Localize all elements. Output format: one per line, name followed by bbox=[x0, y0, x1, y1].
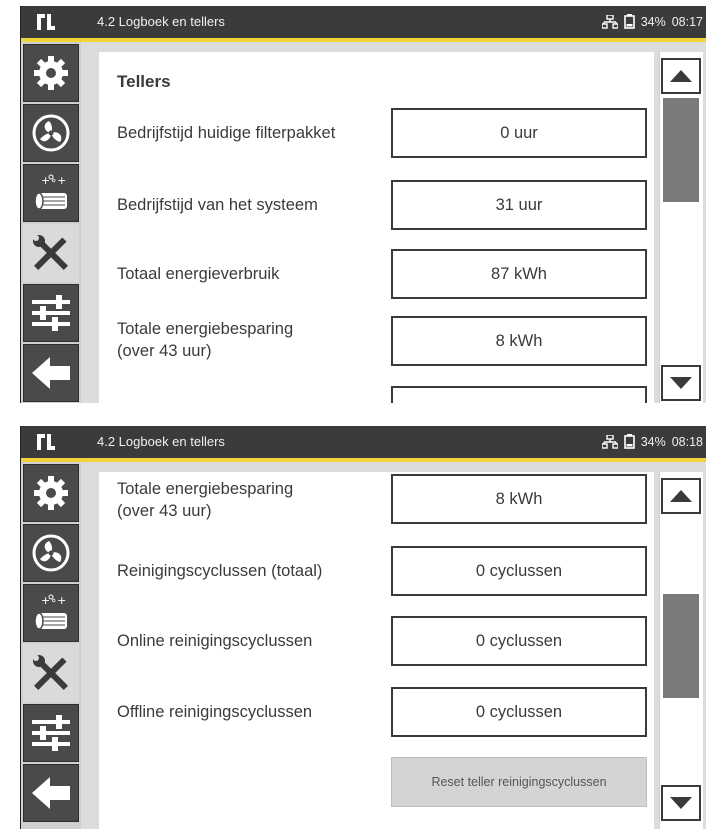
row-label-line: (over 43 uur) bbox=[117, 502, 212, 520]
nav-back-button[interactable] bbox=[23, 344, 79, 402]
row-label: Offline reinigingscyclussen bbox=[117, 703, 313, 721]
scroll-up-button[interactable] bbox=[661, 478, 701, 514]
value-field: 0 cyclussen bbox=[391, 616, 647, 666]
gear-icon bbox=[34, 476, 68, 510]
scrollbar[interactable] bbox=[659, 472, 703, 829]
fan-icon bbox=[32, 114, 70, 152]
scroll-up-button[interactable] bbox=[661, 58, 701, 94]
page-title: 4.2 Logboek en tellers bbox=[97, 434, 225, 449]
nav-back-button[interactable] bbox=[23, 764, 79, 822]
scroll-down-button[interactable] bbox=[661, 785, 701, 821]
filter-icon: +∘+ bbox=[34, 174, 67, 210]
value-field: 8 kWh bbox=[391, 316, 647, 366]
nav-fan-button[interactable] bbox=[23, 524, 79, 582]
page-title: 4.2 Logboek en tellers bbox=[97, 14, 225, 29]
scroll-down-button[interactable] bbox=[661, 365, 701, 401]
battery-level: 34% bbox=[640, 434, 666, 449]
screenshot-separator bbox=[0, 403, 706, 420]
triangle-down-icon bbox=[670, 377, 692, 389]
svg-text:+∘+: +∘+ bbox=[41, 594, 66, 607]
svg-text:+∘+: +∘+ bbox=[41, 174, 66, 187]
network-icon bbox=[601, 14, 618, 29]
accent-bar bbox=[21, 458, 706, 462]
battery-icon bbox=[623, 14, 635, 29]
row-label: Totaal energieverbruik bbox=[117, 265, 280, 283]
tools-icon bbox=[33, 235, 68, 270]
nav-sliders-button[interactable] bbox=[23, 284, 79, 342]
row-label: Bedrijfstijd huidige filterpakket bbox=[117, 124, 336, 142]
value-field: 0 cyclussen bbox=[391, 546, 647, 596]
battery-icon bbox=[623, 434, 635, 449]
status-area: 34% 08:18 bbox=[601, 434, 703, 449]
sliders-icon bbox=[32, 295, 70, 331]
fan-icon bbox=[32, 534, 70, 572]
screen-1: 4.2 Logboek en tellers 34% 08:17 +∘+ Tel… bbox=[20, 6, 706, 409]
sliders-icon bbox=[32, 715, 70, 751]
nav-fan-button[interactable] bbox=[23, 104, 79, 162]
back-arrow-icon bbox=[32, 357, 70, 389]
scroll-thumb[interactable] bbox=[663, 594, 699, 698]
scrollbar[interactable] bbox=[659, 52, 703, 409]
section-heading: Tellers bbox=[117, 72, 171, 91]
back-arrow-icon bbox=[32, 777, 70, 809]
value-field: 31 uur bbox=[391, 180, 647, 230]
scroll-thumb[interactable] bbox=[663, 98, 699, 202]
status-bar: 4.2 Logboek en tellers 34% 08:17 bbox=[21, 6, 706, 38]
nav-settings-button[interactable] bbox=[23, 464, 79, 522]
nav-settings-button[interactable] bbox=[23, 44, 79, 102]
value-field: 87 kWh bbox=[391, 249, 647, 299]
row-label: Online reinigingscyclussen bbox=[117, 632, 313, 650]
nav-sidebar: +∘+ bbox=[21, 42, 81, 409]
screen-2: 4.2 Logboek en tellers 34% 08:18 +∘+ Tot… bbox=[20, 426, 706, 829]
reset-cleaning-cycles-button[interactable]: Reset teller reinigingscyclussen bbox=[391, 757, 647, 807]
accent-bar bbox=[21, 38, 706, 42]
triangle-down-icon bbox=[670, 797, 692, 809]
row-label: Totale energiebesparing (over 43 uur) bbox=[117, 318, 397, 362]
network-icon bbox=[601, 434, 618, 449]
row-label-line: Totale energiebesparing bbox=[117, 480, 294, 498]
clock: 08:17 bbox=[671, 14, 703, 29]
row-label-line: (over 43 uur) bbox=[117, 342, 212, 360]
nav-filter-button[interactable]: +∘+ bbox=[23, 584, 79, 642]
row-label: Totale energiebesparing (over 43 uur) bbox=[117, 478, 397, 522]
nav-sliders-button[interactable] bbox=[23, 704, 79, 762]
brand-logo-icon bbox=[37, 434, 55, 450]
triangle-up-icon bbox=[670, 490, 692, 502]
filter-icon: +∘+ bbox=[34, 594, 67, 630]
counters-panel: Totale energiebesparing (over 43 uur) 8 … bbox=[99, 472, 654, 829]
value-field: 0 cyclussen bbox=[391, 687, 647, 737]
status-bar: 4.2 Logboek en tellers 34% 08:18 bbox=[21, 426, 706, 458]
nav-filter-button[interactable]: +∘+ bbox=[23, 164, 79, 222]
row-label: Reinigingscyclussen (totaal) bbox=[117, 562, 323, 580]
row-label: Bedrijfstijd van het systeem bbox=[117, 196, 318, 214]
triangle-up-icon bbox=[670, 70, 692, 82]
gear-icon bbox=[34, 56, 68, 90]
value-field: 8 kWh bbox=[391, 474, 647, 524]
clock: 08:18 bbox=[671, 434, 703, 449]
counters-panel: Tellers Bedrijfstijd huidige filterpakke… bbox=[99, 52, 654, 409]
status-area: 34% 08:17 bbox=[601, 14, 703, 29]
nav-tools-button[interactable] bbox=[23, 224, 79, 282]
nav-tools-button[interactable] bbox=[23, 644, 79, 702]
battery-level: 34% bbox=[640, 14, 666, 29]
row-label-line: Totale energiebesparing bbox=[117, 320, 294, 338]
tools-icon bbox=[33, 655, 68, 690]
nav-sidebar: +∘+ bbox=[21, 462, 81, 829]
value-field: 0 uur bbox=[391, 108, 647, 158]
brand-logo-icon bbox=[37, 14, 55, 30]
